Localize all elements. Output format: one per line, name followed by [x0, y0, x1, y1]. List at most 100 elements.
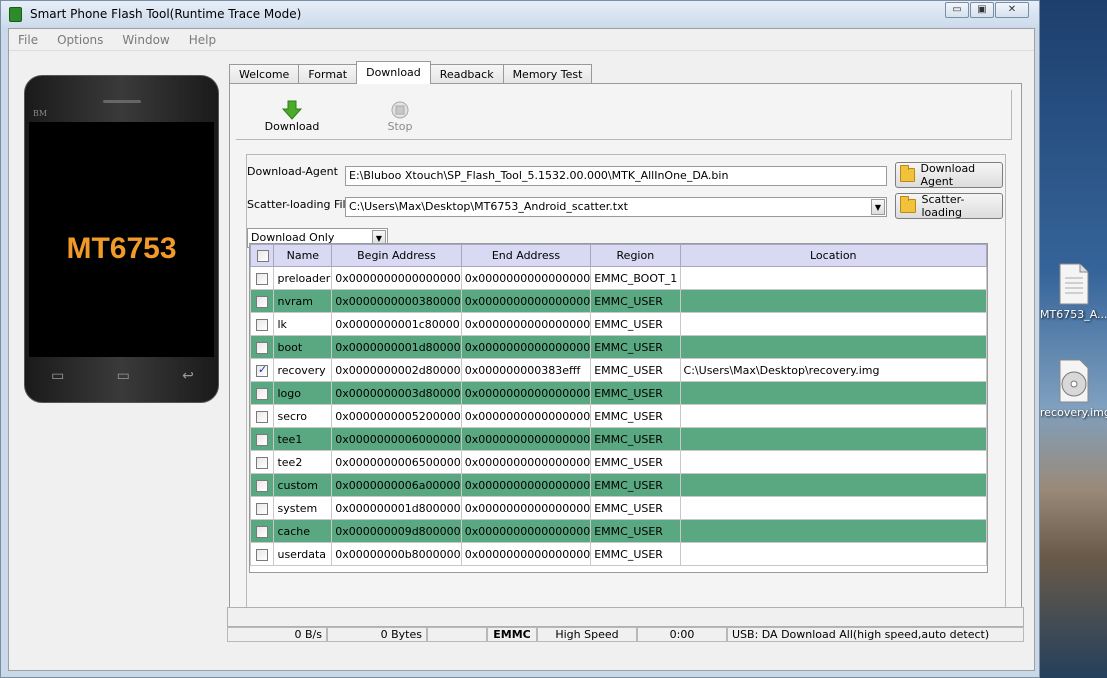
table-row[interactable]: recovery0x0000000002d800000x000000000383… — [250, 358, 987, 382]
table-row[interactable]: tee2 0x0000000006500000 0x0000000000000000… — [250, 450, 987, 474]
row-checkbox-cell[interactable] — [250, 404, 275, 428]
row-checkbox[interactable] — [256, 363, 268, 377]
table-row[interactable]: lk 0x0000000001c80000 0x0000000000000000 EM… — [250, 312, 987, 336]
title-bar[interactable]: Smart Phone Flash Tool(Runtime Trace Mod… — [1, 1, 1039, 27]
region: EMMC_USER — [590, 358, 681, 382]
location[interactable] — [679, 519, 987, 543]
download-agent-path-field[interactable]: E:\Bluboo Xtouch\SP_Flash_Tool_5.1532.00… — [345, 166, 887, 186]
row-checkbox[interactable] — [256, 433, 268, 446]
tab-format[interactable]: Format — [298, 64, 358, 84]
row-checkbox[interactable] — [256, 387, 268, 400]
region: EMMC_USER — [590, 312, 681, 336]
download-agent-label: Download-Agent — [247, 165, 338, 178]
row-checkbox[interactable] — [256, 318, 268, 331]
row-checkbox[interactable] — [256, 410, 268, 423]
phone-brand: BM — [33, 109, 48, 118]
location[interactable] — [679, 312, 987, 336]
table-row[interactable]: userdata 0x00000000b8000000 0x000000000000… — [250, 542, 987, 566]
select-all-checkbox[interactable] — [257, 250, 270, 262]
location[interactable] — [679, 335, 987, 359]
menu-help[interactable]: Help — [180, 33, 226, 47]
location[interactable]: C:\Users\Max\Desktop\recovery.img — [679, 358, 987, 382]
maximize-button[interactable]: ▣ — [970, 2, 994, 18]
menu-window[interactable]: Window — [113, 33, 179, 47]
column-end-address[interactable]: End Address — [460, 244, 592, 267]
row-checkbox[interactable] — [256, 479, 268, 492]
row-checkbox-cell[interactable] — [250, 450, 275, 474]
scatter-file-select[interactable]: C:\Users\Max\Desktop\MT6753_Android_scat… — [345, 197, 887, 217]
row-checkbox-cell[interactable] — [250, 427, 275, 451]
region: EMMC_USER — [590, 404, 681, 428]
end-address: 0x0000000000000000 — [460, 496, 592, 520]
end-address: 0x0000000000000000 — [460, 519, 592, 543]
row-checkbox-cell[interactable] — [250, 266, 275, 290]
row-checkbox[interactable] — [256, 456, 268, 469]
desktop-file-scatter[interactable]: MT6753_A... — [1040, 262, 1107, 321]
column-begin-address[interactable]: Begin Address — [331, 244, 462, 267]
table-row[interactable]: system 0x000000001d800000 0x00000000000000… — [250, 496, 987, 520]
table-row[interactable]: nvram 0x0000000000380000 0x000000000000000… — [250, 289, 987, 313]
partition-name: secro — [273, 404, 333, 428]
table-row[interactable]: tee1 0x0000000006000000 0x0000000000000000… — [250, 427, 987, 451]
location[interactable] — [679, 473, 987, 497]
begin-address: 0x0000000006000000 — [331, 427, 462, 451]
column-location[interactable]: Location — [679, 244, 987, 267]
desktop-file-recovery[interactable]: recovery.img — [1040, 358, 1107, 419]
close-button[interactable]: ✕ — [995, 2, 1029, 18]
phone-speaker — [103, 100, 141, 103]
table-row[interactable]: custom 0x0000000006a00000 0x00000000000000… — [250, 473, 987, 497]
row-checkbox-cell[interactable] — [250, 473, 275, 497]
tab-memory-test[interactable]: Memory Test — [502, 64, 593, 84]
row-checkbox[interactable] — [256, 341, 268, 354]
column-region[interactable]: Region — [590, 244, 681, 267]
location[interactable] — [679, 404, 987, 428]
table-row[interactable]: cache 0x000000009d800000 0x000000000000000… — [250, 519, 987, 543]
location[interactable] — [679, 289, 987, 313]
end-address: 0x0000000000000000 — [460, 335, 592, 359]
scatter-loading-button[interactable]: Scatter-loading — [895, 193, 1003, 219]
stop-button[interactable]: Stop — [380, 100, 420, 133]
download-button[interactable]: Download — [262, 100, 322, 133]
location[interactable] — [679, 542, 987, 566]
tab-readback[interactable]: Readback — [429, 64, 504, 84]
tab-welcome[interactable]: Welcome — [229, 64, 300, 84]
stop-icon — [391, 101, 409, 119]
partition-name: system — [273, 496, 333, 520]
tab-download[interactable]: Download — [356, 61, 431, 84]
partition-name: recovery — [273, 358, 333, 382]
download-agent-button[interactable]: Download Agent — [895, 162, 1003, 188]
region: EMMC_USER — [590, 381, 681, 405]
chevron-down-icon[interactable]: ▼ — [871, 199, 885, 215]
table-row[interactable]: secro 0x0000000005200000 0x000000000000000… — [250, 404, 987, 428]
row-checkbox-cell[interactable] — [250, 358, 275, 382]
menu-file[interactable]: File — [9, 33, 48, 47]
row-checkbox-cell[interactable] — [250, 381, 275, 405]
menu-options[interactable]: Options — [48, 33, 113, 47]
row-checkbox[interactable] — [256, 548, 268, 561]
minimize-button[interactable]: ▭ — [945, 2, 969, 18]
location[interactable] — [679, 381, 987, 405]
row-checkbox[interactable] — [256, 272, 268, 285]
status-speed: 0 B/s — [227, 627, 327, 642]
scatter-file-value: C:\Users\Max\Desktop\MT6753_Android_scat… — [349, 200, 628, 213]
row-checkbox-cell[interactable] — [250, 519, 275, 543]
location[interactable] — [679, 427, 987, 451]
table-row[interactable]: preloader 0x0000000000000000 0x00000000000… — [250, 266, 987, 290]
menu-bar: File Options Window Help — [9, 29, 1034, 51]
column-name[interactable]: Name — [273, 244, 333, 267]
table-row[interactable]: logo 0x0000000003d80000 0x0000000000000000… — [250, 381, 987, 405]
row-checkbox-cell[interactable] — [250, 312, 275, 336]
row-checkbox[interactable] — [256, 525, 268, 538]
table-row[interactable]: boot 0x0000000001d80000 0x0000000000000000… — [250, 335, 987, 359]
row-checkbox-cell[interactable] — [250, 496, 275, 520]
row-checkbox[interactable] — [256, 502, 268, 515]
location[interactable] — [679, 450, 987, 474]
partition-name: custom — [273, 473, 333, 497]
row-checkbox-cell[interactable] — [250, 335, 275, 359]
row-checkbox-cell[interactable] — [250, 542, 275, 566]
location[interactable] — [679, 496, 987, 520]
row-checkbox-cell[interactable] — [250, 289, 275, 313]
select-all-column[interactable] — [250, 244, 275, 267]
location[interactable] — [679, 266, 987, 290]
row-checkbox[interactable] — [256, 295, 268, 308]
